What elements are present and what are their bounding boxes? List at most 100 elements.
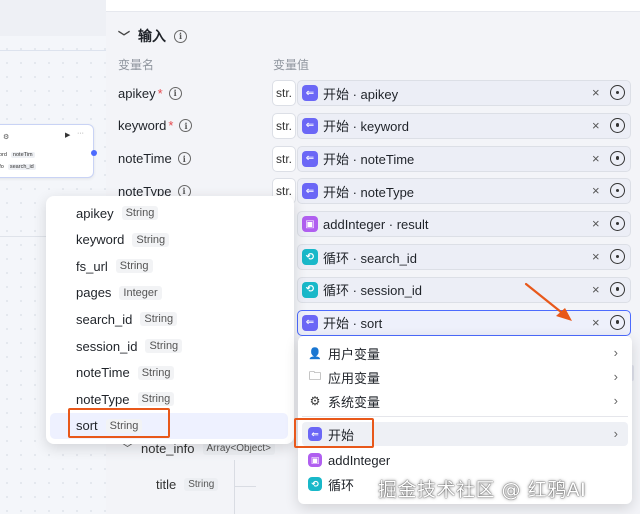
- clear-icon[interactable]: ×: [592, 118, 600, 133]
- chevron-right-icon: ›: [613, 345, 618, 360]
- variable-option-name: noteTime: [76, 365, 130, 381]
- variable-reference-field[interactable]: ⇐ 开始 · apikey ×: [297, 80, 631, 106]
- menu-item-label: 系统变量: [328, 394, 381, 410]
- target-select-icon[interactable]: [610, 117, 625, 133]
- variable-option-notetime[interactable]: noteTime String: [50, 360, 288, 386]
- add-integer-node-icon: ▣: [308, 453, 322, 467]
- variable-reference-field[interactable]: ⇐ 开始 · noteTime ×: [297, 145, 631, 172]
- variable-option-name: session_id: [76, 338, 138, 354]
- menu-item-2[interactable]: ⚙ 系统变量 ›: [302, 389, 628, 413]
- menu-item-label: 应用变量: [328, 370, 381, 386]
- target-select-icon[interactable]: [610, 281, 625, 297]
- loop-node-icon: ⟲: [302, 281, 318, 298]
- mini-node-run-icon[interactable]: ▶: [65, 131, 70, 139]
- chevron-down-icon[interactable]: ﹀: [118, 28, 130, 45]
- target-select-icon[interactable]: [610, 85, 625, 100]
- info-icon[interactable]: i: [174, 29, 188, 43]
- gear-icon: ⚙: [309, 394, 321, 408]
- info-icon[interactable]: i: [177, 152, 191, 166]
- variable-option-type: String: [137, 392, 175, 407]
- variable-reference-text: 开始 · noteTime: [323, 152, 415, 168]
- variable-option-type: String: [132, 232, 170, 247]
- value-type-selector[interactable]: str.: [272, 112, 296, 139]
- canvas-divider: [0, 50, 106, 51]
- canvas-top-strip: [0, 0, 106, 36]
- chevron-right-icon: ›: [613, 393, 618, 408]
- clear-icon[interactable]: ×: [592, 249, 600, 264]
- clear-icon[interactable]: ×: [592, 183, 600, 198]
- panel-header-strip: [106, 0, 640, 12]
- value-type-selector[interactable]: str.: [272, 145, 296, 172]
- variable-option-name: search_id: [76, 311, 133, 327]
- variable-reference-text: 开始 · apikey: [323, 86, 399, 102]
- mini-node-more-icon[interactable]: ···: [77, 130, 84, 137]
- target-select-icon[interactable]: [610, 249, 625, 264]
- variable-option-name: apikey: [76, 205, 114, 221]
- variable-reference-field[interactable]: ⟲ 循环 · search_id ×: [297, 244, 631, 270]
- start-node-icon: ⇐: [302, 314, 318, 331]
- chevron-right-icon: ›: [613, 426, 618, 441]
- clear-icon[interactable]: ×: [592, 315, 600, 330]
- mini-node-row-tag: search_id: [7, 164, 36, 170]
- user-icon: 👤: [308, 347, 322, 360]
- tree-item-title[interactable]: title String: [156, 477, 219, 492]
- start-node-icon: ⇐: [302, 117, 318, 134]
- clear-icon[interactable]: ×: [592, 282, 600, 297]
- mini-node-output-port[interactable]: [91, 150, 97, 156]
- variable-option-search-id[interactable]: search_id String: [50, 306, 288, 332]
- required-marker: *: [168, 118, 174, 134]
- clear-icon[interactable]: ×: [592, 85, 600, 100]
- tree-item-type: String: [184, 478, 219, 491]
- variable-option-name: fs_url: [76, 258, 108, 274]
- input-row-label: apikey * i: [118, 83, 182, 103]
- variable-option-keyword[interactable]: keyword String: [50, 227, 288, 253]
- mini-node-row: wordnoteTim: [0, 152, 35, 158]
- target-select-icon[interactable]: [610, 216, 625, 232]
- variable-option-session-id[interactable]: session_id String: [50, 333, 288, 359]
- variable-option-type: String: [137, 365, 175, 380]
- menu-item-1[interactable]: 🗀 应用变量 ›: [302, 365, 628, 389]
- info-icon[interactable]: i: [168, 86, 182, 100]
- canvas-mini-node[interactable]: ⚙ ▶ ··· wordnoteTim infosearch_id: [0, 124, 97, 178]
- variable-option-fs-url[interactable]: fs_url String: [50, 253, 288, 279]
- target-select-icon[interactable]: [610, 150, 625, 166]
- annotation-arrow: [524, 282, 572, 321]
- mini-node-row-name: info: [0, 164, 4, 170]
- mini-node-row-tag: noteTim: [10, 152, 35, 158]
- required-marker: *: [157, 85, 163, 101]
- input-section-title: 输入: [138, 28, 167, 44]
- input-section-header[interactable]: ﹀ 输入 i: [118, 26, 188, 46]
- clear-icon[interactable]: ×: [592, 216, 600, 231]
- menu-divider: [302, 416, 628, 417]
- variable-option-pages[interactable]: pages Integer: [50, 280, 288, 306]
- tree-line: [234, 460, 235, 514]
- watermark: 掘金技术社区 @ 红鸦AI: [378, 479, 587, 501]
- input-row-name: apikey: [118, 85, 156, 101]
- start-node-icon: ⇐: [302, 150, 318, 167]
- variable-reference-field[interactable]: ⟲ 循环 · session_id ×: [297, 276, 631, 303]
- info-icon[interactable]: i: [179, 119, 193, 133]
- variable-option-apikey[interactable]: apikey String: [50, 200, 288, 226]
- variable-option-name: noteType: [76, 391, 130, 407]
- clear-icon[interactable]: ×: [592, 151, 600, 166]
- menu-item-4[interactable]: ▣ addInteger: [302, 448, 628, 472]
- variable-reference-field[interactable]: ⇐ 开始 · keyword ×: [297, 112, 631, 139]
- menu-item-0[interactable]: 👤 用户变量 ›: [302, 341, 628, 365]
- target-select-icon[interactable]: [610, 314, 625, 330]
- annotation-highlight-sort: [68, 408, 170, 438]
- value-type-selector[interactable]: str.: [272, 80, 296, 106]
- variable-picker-popover: apikey String keyword String fs_url String pag…: [46, 196, 294, 444]
- start-node-icon: ⇐: [302, 183, 318, 200]
- variable-reference-field[interactable]: ▣ addInteger · result ×: [297, 211, 631, 238]
- column-header-name: 变量名: [118, 58, 155, 72]
- input-row-name: noteTime: [118, 151, 172, 167]
- variable-option-type: String: [115, 259, 153, 274]
- variable-reference-field[interactable]: ⇐ 开始 · sort ×: [297, 309, 631, 336]
- target-select-icon[interactable]: [610, 183, 625, 199]
- add-integer-node-icon: ▣: [302, 216, 318, 233]
- mini-node-row: infosearch_id: [0, 164, 36, 170]
- loop-node-icon: ⟲: [308, 477, 322, 491]
- variable-option-name: pages: [76, 285, 112, 301]
- variable-option-name: keyword: [76, 232, 125, 248]
- variable-reference-field[interactable]: ⇐ 开始 · noteType ×: [297, 178, 631, 205]
